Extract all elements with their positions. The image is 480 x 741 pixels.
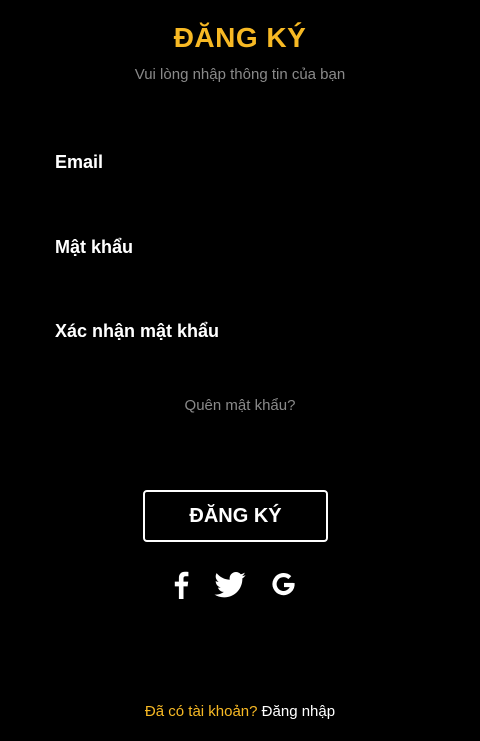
footer: Đã có tài khoản? Đăng nhập	[0, 703, 480, 720]
login-link[interactable]: Đăng nhập	[262, 703, 335, 720]
facebook-icon[interactable]	[170, 569, 192, 601]
page-title: ĐĂNG KÝ	[173, 22, 307, 53]
have-account-text: Đã có tài khoản?	[144, 703, 258, 720]
twitter-icon[interactable]	[213, 569, 247, 601]
forgot-password-link[interactable]: Quên mật khẩu?	[0, 397, 480, 414]
google-icon[interactable]	[268, 569, 300, 601]
email-field[interactable]	[55, 180, 425, 206]
password-label: Mật khẩu	[55, 237, 134, 257]
register-button[interactable]: ĐĂNG KÝ	[143, 490, 328, 542]
email-label: Email	[55, 152, 104, 172]
confirm-password-field[interactable]	[55, 349, 425, 375]
page-subtitle: Vui lòng nhập thông tin của bạn	[134, 66, 346, 83]
password-field[interactable]	[55, 265, 425, 291]
confirm-password-label: Xác nhận mật khẩu	[55, 321, 220, 341]
